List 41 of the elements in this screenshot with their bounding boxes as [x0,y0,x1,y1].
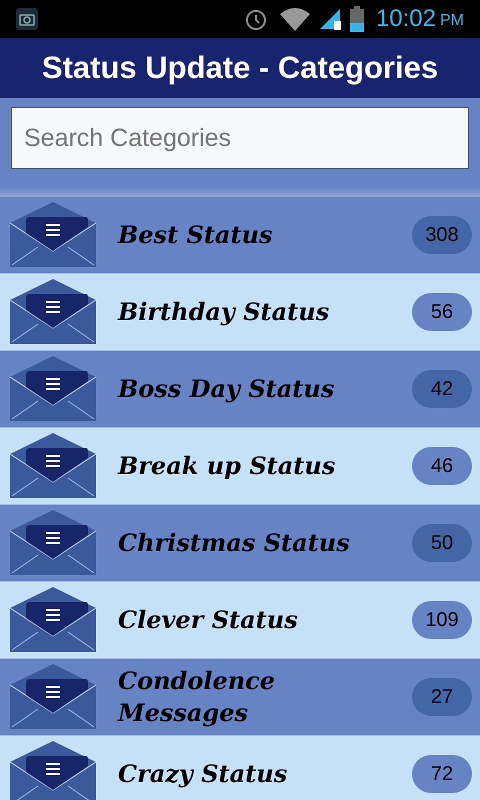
alarm-icon [244,7,268,31]
count-badge: 27 [412,678,472,716]
envelope-icon [8,586,98,654]
category-name: Condolence Messages [118,665,276,729]
wifi-icon [280,7,310,31]
count-badge: 50 [412,524,472,562]
camera-icon [16,8,38,30]
clock-time: 10:02 [376,7,436,31]
count-badge: 72 [412,755,472,793]
category-name: Birthday Status [118,296,330,328]
battery-icon [350,6,364,32]
envelope-icon [8,201,98,269]
envelope-icon [8,740,98,800]
count-badge: 109 [412,601,472,639]
envelope-icon [8,278,98,346]
count-badge: 308 [412,216,472,254]
count-badge: 56 [412,293,472,331]
category-row[interactable]: Break up Status 46 [0,428,480,504]
category-row[interactable]: Christmas Status 50 [0,505,480,581]
category-row[interactable]: Crazy Status 72 [0,736,480,800]
envelope-icon [8,432,98,500]
app-title: Status Update - Categories [42,48,438,87]
clock-period: PM [440,13,464,29]
signal-icon [318,7,342,31]
category-name: Boss Day Status [118,373,334,405]
count-badge: 46 [412,447,472,485]
category-row[interactable]: Condolence Messages 27 [0,659,480,735]
envelope-icon [8,663,98,731]
category-row[interactable]: Clever Status 109 [0,582,480,658]
category-name: Break up Status [118,450,336,482]
count-badge: 42 [412,370,472,408]
category-name: Christmas Status [118,527,350,559]
category-row[interactable]: Birthday Status 56 [0,274,480,350]
category-name: Clever Status [118,604,298,636]
search-field[interactable]: Search Categories [11,107,469,169]
category-name: Best Status [118,219,273,251]
category-row[interactable]: Best Status 308 [0,197,480,273]
category-row[interactable]: Boss Day Status 42 [0,351,480,427]
envelope-icon [8,509,98,577]
category-name: Crazy Status [118,758,288,790]
envelope-icon [8,355,98,423]
